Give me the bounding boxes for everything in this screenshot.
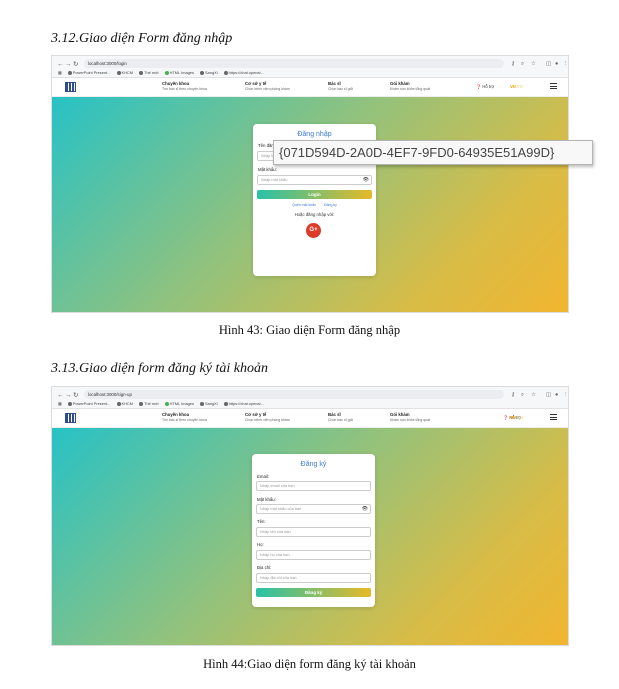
forgot-password-link[interactable]: Quên mật khẩu [292,203,316,207]
section-heading-login: 3.12.Giao diện Form đăng nhập [51,31,233,46]
register-card: Đăng ký Email: Nhập email của bạn Mật kh… [252,454,375,607]
extensions-icon[interactable]: ◫ [546,60,551,68]
zoom-icon[interactable]: ⌕ [521,60,524,68]
email-label: Email: [257,474,269,479]
page-background: Đăng ký Email: Nhập email của bạn Mật kh… [52,428,568,645]
reload-icon[interactable]: ↻ [73,392,78,400]
nav-item-facility[interactable]: Cơ sở y tế Chọn bệnh viện phòng khám [245,81,290,92]
password-input[interactable]: Nhập mật khẩu 👁 [257,175,372,185]
star-icon[interactable]: ☆ [531,60,536,68]
bookmark-item[interactable]: KHCM [116,70,133,75]
section-heading-register: 3.13.Giao diện form đăng ký tài khoản [51,361,268,376]
password-label: Mật khẩu: [258,167,277,172]
register-submit-button[interactable]: Đăng ký [256,588,371,597]
bookmarks-bar: ▦ PowerPoint Present... KHCM Thế mới HTM… [52,400,568,408]
forward-arrow-icon[interactable]: → [65,392,72,400]
register-screenshot: ← → ↻ localhost:3000/sign-up ⚷ ⌕ ☆ ◫ ● ⋮… [51,386,569,646]
bookmark-item[interactable]: Thế mới [139,70,159,75]
password-label: Mật khẩu: [257,497,276,502]
profile-avatar-icon[interactable]: ● [555,60,558,68]
key-icon[interactable]: ⚷ [511,60,515,68]
language-switch[interactable]: VN EN [510,415,523,420]
reload-icon[interactable]: ↻ [73,61,78,69]
register-title: Đăng ký [300,461,327,468]
language-switch[interactable]: VN EN [510,84,523,89]
address-label: Địa chỉ: [257,565,272,570]
guid-tooltip: {071D594D-2A0D-4EF7-9FD0-64935E51A99D} [273,140,593,165]
address-input[interactable]: Nhập địa chỉ của bạn [256,573,371,583]
bookmark-item[interactable]: SangXi [200,401,218,406]
register-link[interactable]: Đăng ký [324,203,337,207]
password-input[interactable]: Nhập mật khẩu của bạn 👁 [256,504,371,514]
bookmark-item[interactable]: PowerPoint Present... [67,70,110,75]
help-icon: ❓ [503,415,509,420]
bookmark-item[interactable]: KHCM [116,401,133,406]
site-header: Chuyên khoa Tìm bác sĩ theo chuyên khoa … [52,409,568,428]
firstname-input[interactable]: Nhập tên của bạn [256,527,371,537]
site-logo[interactable] [65,82,76,92]
page-background: Đăng nhập Tên đăng nhập: Nhập tên đăng n… [52,97,568,312]
nav-item-package[interactable]: Gói khám Khám sức khỏe tổng quát [390,412,430,423]
nav-item-package[interactable]: Gói khám Khám sức khỏe tổng quát [390,81,430,92]
nav-item-doctor[interactable]: Bác sĩ Chọn bác sĩ giỏi [328,412,353,423]
star-icon[interactable]: ☆ [531,391,536,399]
help-icon: ❓ [476,84,482,89]
kebab-menu-icon[interactable]: ⋮ [563,391,568,399]
site-header: Chuyên khoa Tìm bác sĩ theo chuyên khoa … [52,78,568,97]
nav-item-doctor[interactable]: Bác sĩ Chọn bác sĩ giỏi [328,81,353,92]
hamburger-menu-icon[interactable] [550,83,557,89]
back-arrow-icon[interactable]: ← [57,61,64,69]
browser-toolbar: ← → ↻ localhost:3000/sign-up ⚷ ⌕ ☆ ◫ ● ⋮… [52,387,568,409]
key-icon[interactable]: ⚷ [511,391,515,399]
show-password-eye-icon[interactable]: 👁 [363,176,369,184]
site-logo[interactable] [65,413,76,423]
apps-grid-icon[interactable]: ▦ [58,70,62,75]
bookmarks-bar: ▦ PowerPoint Present... KHCM Thế mới HTM… [52,69,568,77]
nav-item-specialty[interactable]: Chuyên khoa Tìm bác sĩ theo chuyên khoa [162,81,207,92]
firstname-label: Tên: [257,519,266,524]
google-plus-login-button[interactable]: G+ [306,223,321,238]
lastname-input[interactable]: Nhập họ của bạn [256,550,371,560]
login-title: Đăng nhập [297,131,332,138]
login-screenshot: ← → ↻ localhost:3000/login ⚷ ⌕ ☆ ◫ ● ⋮ ▦… [51,55,569,313]
bookmark-item[interactable]: HTML Images [164,70,194,75]
apps-grid-icon[interactable]: ▦ [58,401,62,406]
bookmark-item[interactable]: https://chat.openai... [223,70,264,75]
nav-item-specialty[interactable]: Chuyên khoa Tìm bác sĩ theo chuyên khoa [162,412,207,423]
bookmark-item[interactable]: PowerPoint Present... [67,401,110,406]
figure-caption-register: Hình 44:Giao diện form đăng ký tài khoản [203,657,416,671]
profile-avatar-icon[interactable]: ● [555,391,558,399]
login-button[interactable]: Login [257,190,372,199]
address-bar[interactable]: localhost:3000/sign-up [84,390,504,399]
help-link[interactable]: ❓ Hỗ trợ [476,84,494,90]
hamburger-menu-icon[interactable] [550,414,557,420]
figure-caption-login: Hình 43: Giao diện Form đăng nhập [218,323,401,337]
back-arrow-icon[interactable]: ← [57,392,64,400]
bookmark-item[interactable]: Thế mới [139,401,159,406]
kebab-menu-icon[interactable]: ⋮ [563,60,568,68]
address-bar[interactable]: localhost:3000/login [84,59,504,68]
zoom-icon[interactable]: ⌕ [521,391,524,399]
browser-toolbar: ← → ↻ localhost:3000/login ⚷ ⌕ ☆ ◫ ● ⋮ ▦… [52,56,568,78]
forward-arrow-icon[interactable]: → [65,61,72,69]
bookmark-item[interactable]: https://chat.openai... [223,401,264,406]
show-password-eye-icon[interactable]: 👁 [362,505,368,513]
bookmark-item[interactable]: SangXi [200,70,218,75]
nav-item-facility[interactable]: Cơ sở y tế Chọn bệnh viện phòng khám [245,412,290,423]
lastname-label: Họ: [257,542,264,547]
or-login-with-text: Hoặc đăng nhập với: [294,212,335,217]
email-input[interactable]: Nhập email của bạn [256,481,371,491]
extensions-icon[interactable]: ◫ [546,391,551,399]
bookmark-item[interactable]: HTML Images [164,401,194,406]
